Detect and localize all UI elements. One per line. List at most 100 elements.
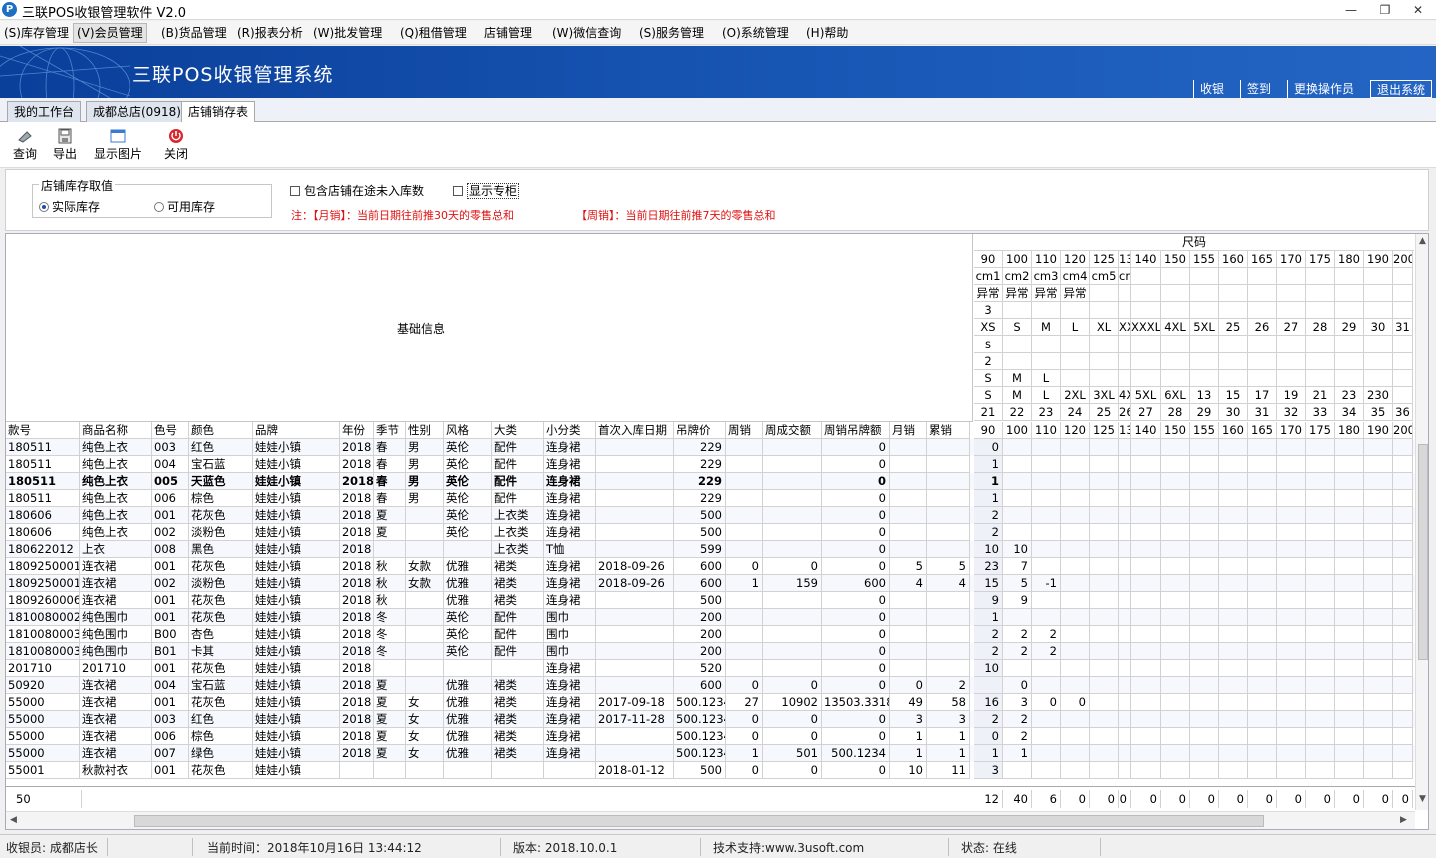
menu-rental[interactable]: (Q)租借管理 [397, 23, 470, 43]
size-qty-cell [1090, 677, 1119, 694]
size-qty-cell [1219, 456, 1248, 473]
radio-available-stock[interactable]: 可用库存 [154, 198, 215, 215]
size-label-cell: 125 [1090, 251, 1119, 268]
table-cell: 英伦 [444, 609, 492, 626]
vertical-scrollbar[interactable]: ▲ ▼ [1415, 234, 1428, 810]
size-qty-cell [1277, 626, 1306, 643]
table-cell: 娃娃小镇 [253, 507, 340, 524]
size-qty-cell [1364, 456, 1393, 473]
menu-reports[interactable]: (R)报表分析 [234, 23, 306, 43]
table-cell [763, 507, 822, 524]
size-label-cell [1161, 302, 1190, 319]
size-qty-cell [1190, 473, 1219, 490]
size-qty-cell [1032, 439, 1061, 456]
table-cell [763, 473, 822, 490]
size-qty-cell: 0 [1061, 694, 1090, 711]
size-label-cell [1248, 302, 1277, 319]
size-qty-cell [1090, 592, 1119, 609]
size-label-cell: L [1061, 319, 1090, 336]
menu-store[interactable]: 店铺管理 [481, 23, 535, 43]
table-cell: 连衣裙 [80, 694, 152, 711]
table-cell [374, 541, 406, 558]
size-qty-cell [1393, 711, 1413, 728]
nav-cashier-link[interactable]: 收银 [1192, 80, 1230, 98]
nav-switch-operator-link[interactable]: 更换操作员 [1286, 80, 1360, 98]
menu-service[interactable]: (S)服务管理 [636, 23, 707, 43]
table-cell [596, 541, 674, 558]
size-qty-cell [1364, 711, 1393, 728]
table-cell: 女 [406, 711, 444, 728]
size-label-cell [1306, 336, 1335, 353]
nav-logout-link[interactable]: 退出系统 [1369, 80, 1432, 98]
tab-chengdu-store[interactable]: 成都总店(0918) [86, 101, 188, 122]
tab-store-sales-inventory[interactable]: 店铺销存表 [181, 101, 256, 123]
size-total-cell: 0 [1161, 790, 1190, 808]
size-qty-cell [1306, 490, 1335, 507]
tab-workbench[interactable]: 我的工作台 [7, 101, 82, 122]
menu-member[interactable]: (V)会员管理 [73, 23, 147, 43]
title-bar: P 三联POS收银管理软件 V2.0 — ❐ ✕ [0, 0, 1436, 21]
table-cell: 花灰色 [189, 694, 253, 711]
size-qty-cell [1335, 660, 1364, 677]
show-image-button[interactable]: 显示图片 [94, 128, 142, 162]
close-button[interactable]: 关闭 [164, 128, 188, 162]
size-qty-cell [1277, 643, 1306, 660]
minimize-button[interactable]: — [1338, 1, 1364, 19]
menu-wechat[interactable]: (W)微信查询 [549, 23, 624, 43]
horizontal-scroll-thumb[interactable] [134, 815, 1264, 827]
size-qty-cell [1335, 439, 1364, 456]
size-label-cell: 27 [1277, 319, 1306, 336]
size-qty-cell [1393, 541, 1413, 558]
size-qty-cell: 2 [974, 643, 1003, 660]
size-qty-cell [1061, 456, 1090, 473]
table-cell: 2018 [340, 745, 374, 762]
size-label-cell [1364, 285, 1393, 302]
size-qty-cell [1119, 745, 1131, 762]
table-cell: 连身裙 [544, 507, 596, 524]
menu-inventory[interactable]: (S)库存管理 [1, 23, 72, 43]
scroll-right-icon[interactable]: ▶ [1400, 815, 1407, 825]
menu-help[interactable]: (H)帮助 [803, 23, 851, 43]
size-qty-cell [1061, 507, 1090, 524]
restore-button[interactable]: ❐ [1372, 1, 1398, 19]
table-cell: 配件 [492, 473, 544, 490]
size-qty-cell [1306, 609, 1335, 626]
scroll-left-icon[interactable]: ◀ [10, 815, 17, 825]
column-header: 款号 [6, 422, 80, 439]
size-qty-cell [1161, 490, 1190, 507]
size-qty-cell [1335, 762, 1364, 779]
size-label-cell [1090, 370, 1119, 387]
table-cell [726, 660, 763, 677]
menu-wholesale[interactable]: (W)批发管理 [310, 23, 385, 43]
radio-actual-stock[interactable]: 实际库存 [39, 198, 100, 215]
size-qty-cell: 0 [974, 439, 1003, 456]
size-label-cell [1003, 353, 1032, 370]
column-header: 色号 [152, 422, 189, 439]
query-button[interactable]: 查询 [13, 128, 37, 162]
size-qty-cell [1090, 507, 1119, 524]
table-cell: 0 [822, 541, 890, 558]
size-qty-cell [1119, 439, 1131, 456]
table-cell: 500.1234 [674, 745, 726, 762]
size-qty-cell [1061, 762, 1090, 779]
scroll-down-icon[interactable]: ▼ [1419, 794, 1426, 804]
table-cell: 0 [890, 677, 927, 694]
size-total-cell: 0 [1393, 790, 1413, 808]
scroll-up-icon[interactable]: ▲ [1419, 236, 1426, 246]
table-cell: 0 [726, 711, 763, 728]
horizontal-scrollbar[interactable]: ◀ ▶ [6, 811, 1415, 829]
filter-panel: 店铺库存取值 实际库存 可用库存 包含店铺在途未入库数 显示专柜 注：【月销】：… [5, 169, 1429, 231]
header-banner: 三联POS收银管理系统 收银 签到 更换操作员 退出系统 [0, 46, 1436, 98]
vertical-scroll-thumb[interactable] [1418, 444, 1428, 660]
menu-goods[interactable]: (B)货品管理 [158, 23, 230, 43]
menu-system[interactable]: (O)系统管理 [719, 23, 792, 43]
export-button[interactable]: 导出 [53, 128, 77, 162]
nav-signin-link[interactable]: 签到 [1239, 80, 1277, 98]
checkbox-show-counter[interactable]: 显示专柜 [453, 182, 520, 199]
close-window-button[interactable]: ✕ [1405, 1, 1431, 19]
table-cell: 4 [927, 575, 970, 592]
table-cell: 004 [152, 456, 189, 473]
size-qty-cell: 3 [974, 762, 1003, 779]
checkbox-include-transit[interactable]: 包含店铺在途未入库数 [290, 182, 424, 199]
size-qty-cell [1161, 609, 1190, 626]
